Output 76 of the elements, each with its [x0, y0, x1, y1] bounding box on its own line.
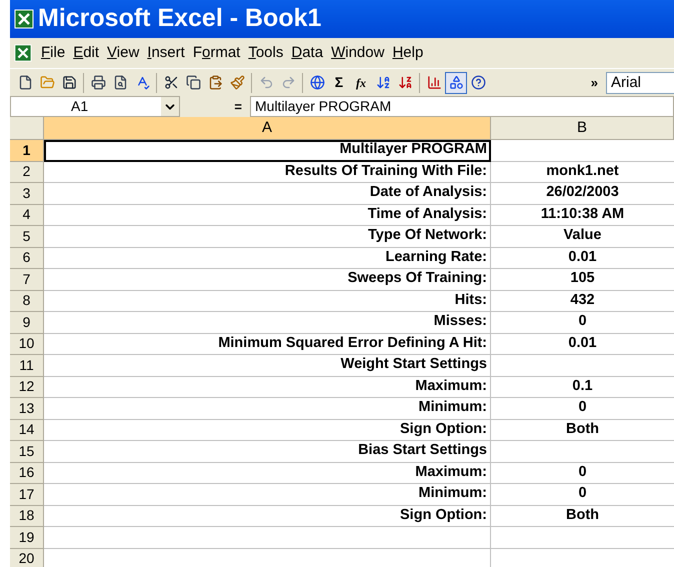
table-cell: Maximum: — [44, 376, 491, 398]
excel-logo-icon — [14, 9, 34, 29]
menu-item[interactable]: Help — [389, 42, 426, 64]
table-cell: Multilayer PROGRAM — [44, 140, 491, 162]
table-cell: 26/02/2003 — [491, 183, 674, 204]
workbook-icon — [14, 44, 32, 62]
menu-item[interactable]: View — [104, 42, 142, 64]
row-header[interactable]: 8 — [10, 290, 44, 312]
table-cell: Minimum Squared Error Defining A Hit: — [44, 334, 491, 355]
window-title: Microsoft Excel - Book1 — [38, 3, 322, 34]
menu-item[interactable]: Tools — [245, 42, 286, 64]
row-header[interactable]: 5 — [10, 226, 44, 248]
row-header[interactable]: 18 — [10, 506, 44, 527]
table-cell: Minimum: — [44, 398, 491, 420]
row-header[interactable]: 11 — [10, 355, 44, 376]
table-cell: Value — [491, 226, 674, 248]
row-header[interactable]: 19 — [10, 527, 44, 548]
equals-sign: = — [234, 98, 242, 116]
table-cell: Learning Rate: — [44, 248, 491, 269]
table-cell: 0.01 — [491, 334, 674, 355]
row-header[interactable]: 16 — [10, 462, 44, 484]
row-header[interactable]: 1 — [10, 140, 44, 162]
drawing-icon[interactable] — [445, 72, 467, 94]
table-cell: Both — [491, 420, 674, 441]
table-cell: Both — [491, 506, 674, 527]
column-header[interactable]: A — [44, 117, 491, 140]
name-box[interactable]: A1 — [10, 96, 180, 117]
table-cell: Weight Start Settings — [44, 355, 491, 376]
table-cell: 0.1 — [491, 376, 674, 398]
row-header[interactable]: 3 — [10, 183, 44, 204]
row-header[interactable]: 7 — [10, 269, 44, 290]
table-cell: 0 — [491, 312, 674, 334]
menu-item[interactable]: Edit — [70, 42, 102, 64]
row-header[interactable]: 12 — [10, 376, 44, 398]
table-cell: Sign Option: — [44, 420, 491, 441]
table-cell: Type Of Network: — [44, 226, 491, 248]
formula-field[interactable]: Multilayer PROGRAM — [250, 96, 674, 117]
row-header[interactable]: 2 — [10, 162, 44, 183]
table-cell: 0 — [491, 398, 674, 420]
dropdown-icon[interactable] — [161, 97, 179, 116]
row-header[interactable]: 4 — [10, 204, 44, 226]
sum-button[interactable]: Σ — [328, 72, 350, 94]
table-cell: 0 — [491, 484, 674, 506]
table-cell: Date of Analysis: — [44, 183, 491, 204]
function-button[interactable]: fx — [350, 72, 372, 94]
row-header[interactable]: 17 — [10, 484, 44, 506]
table-cell: Maximum: — [44, 462, 491, 484]
menu-item[interactable]: Insert — [144, 42, 188, 64]
table-cell: Bias Start Settings — [44, 441, 491, 462]
menu-item[interactable]: Data — [288, 42, 326, 64]
table-cell: 0.01 — [491, 248, 674, 269]
table-cell: Minimum: — [44, 484, 491, 506]
row-header[interactable]: 6 — [10, 248, 44, 269]
table-cell: 432 — [491, 290, 674, 312]
table-cell: Hits: — [44, 290, 491, 312]
menu-item[interactable]: File — [38, 42, 68, 64]
font-field[interactable]: Arial — [606, 72, 674, 94]
column-header[interactable]: B — [491, 117, 674, 140]
menu-item[interactable]: Format — [190, 42, 244, 64]
table-cell: Sweeps Of Training: — [44, 269, 491, 290]
table-cell: 105 — [491, 269, 674, 290]
toolbar-overflow[interactable]: » — [590, 72, 598, 92]
table-cell: Results Of Training With File: — [44, 162, 491, 183]
table-cell: Time of Analysis: — [44, 204, 491, 226]
row-header[interactable]: 20 — [10, 548, 44, 567]
table-cell: Misses: — [44, 312, 491, 334]
table-cell: Sign Option: — [44, 506, 491, 527]
row-header[interactable]: 13 — [10, 398, 44, 420]
row-header[interactable]: 10 — [10, 334, 44, 355]
row-header[interactable]: 9 — [10, 312, 44, 334]
row-header[interactable]: 15 — [10, 441, 44, 462]
menu-item[interactable]: Window — [328, 42, 388, 64]
row-header[interactable]: 14 — [10, 420, 44, 441]
table-cell: 0 — [491, 462, 674, 484]
table-cell: monk1.net — [491, 162, 674, 183]
table-cell: 11:10:38 AM — [491, 204, 674, 226]
